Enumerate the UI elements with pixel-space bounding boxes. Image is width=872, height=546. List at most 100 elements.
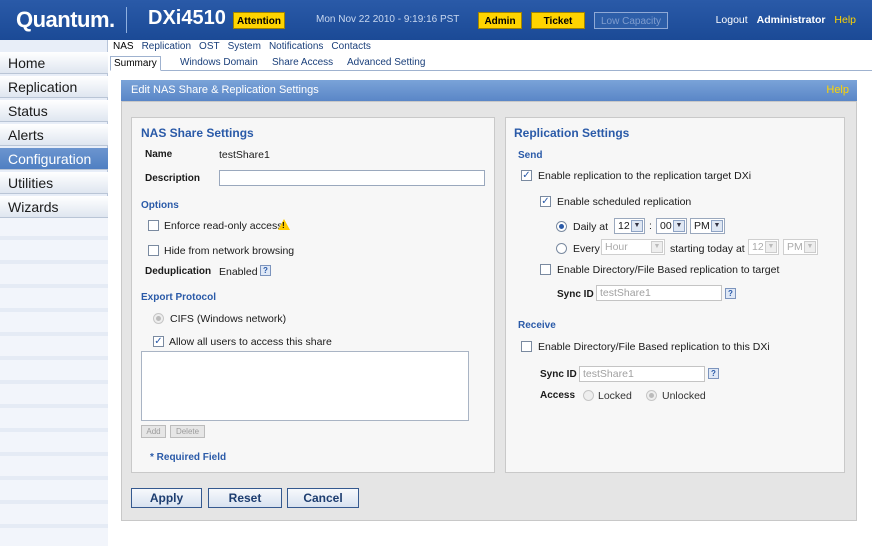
allow-all-users-checkbox[interactable]: ✓ bbox=[153, 336, 164, 347]
admin-badge[interactable]: Admin bbox=[478, 12, 522, 29]
chevron-down-icon: ▼ bbox=[711, 220, 723, 232]
tab-advanced-setting[interactable]: Advanced Setting bbox=[347, 56, 425, 71]
nav-item-replication[interactable]: Replication bbox=[0, 76, 108, 98]
dedup-help-icon[interactable]: ? bbox=[260, 265, 271, 276]
cifs-radio bbox=[153, 313, 164, 324]
dir-file-receive-checkbox[interactable] bbox=[521, 341, 532, 352]
readonly-label: Enforce read-only access bbox=[164, 220, 283, 232]
tab-summary[interactable]: Summary bbox=[110, 56, 161, 71]
name-label: Name bbox=[145, 149, 173, 160]
enable-target-checkbox[interactable]: ✓ bbox=[521, 170, 532, 181]
nav-item-status[interactable]: Status bbox=[0, 100, 108, 122]
logout-link[interactable]: Logout bbox=[716, 14, 748, 26]
starting-ampm-value: PM bbox=[787, 241, 803, 253]
page-title-bar: Edit NAS Share & Replication Settings He… bbox=[121, 80, 857, 101]
tab-nas[interactable]: NAS bbox=[113, 41, 134, 52]
attention-badge[interactable]: Attention bbox=[233, 12, 285, 29]
send-sync-id-input: testShare1 bbox=[596, 285, 722, 301]
low-capacity-badge[interactable]: Low Capacity bbox=[594, 12, 668, 29]
starting-hour-select: 12 ▼ bbox=[748, 239, 779, 255]
scheduled-replication-checkbox[interactable]: ✓ bbox=[540, 196, 551, 207]
tab-windows-domain[interactable]: Windows Domain bbox=[180, 56, 258, 71]
chevron-down-icon: ▼ bbox=[631, 220, 643, 232]
nav-item-home[interactable]: Home bbox=[0, 52, 108, 74]
tab-replication[interactable]: Replication bbox=[142, 41, 191, 52]
tab-share-access[interactable]: Share Access bbox=[272, 56, 333, 71]
description-label: Description bbox=[145, 173, 201, 184]
top-banner: Quantum. DXi4510 Attention Mon Nov 22 20… bbox=[0, 0, 872, 40]
dir-file-target-checkbox[interactable] bbox=[540, 264, 551, 275]
delete-button: Delete bbox=[170, 425, 205, 438]
banner-links: Logout Administrator Help bbox=[710, 14, 856, 26]
tab-contacts[interactable]: Contacts bbox=[331, 41, 370, 52]
nav-item-alerts[interactable]: Alerts bbox=[0, 124, 108, 146]
share-name-value: testShare1 bbox=[219, 149, 270, 161]
description-input[interactable] bbox=[219, 170, 485, 186]
deduplication-label: Deduplication bbox=[145, 266, 212, 277]
ticket-badge[interactable]: Ticket bbox=[531, 12, 585, 29]
required-field-note: * Required Field bbox=[150, 452, 227, 463]
add-button: Add bbox=[141, 425, 166, 438]
warning-icon-mark: ! bbox=[282, 221, 285, 230]
tab-notifications[interactable]: Notifications bbox=[269, 41, 323, 52]
sync-id-help-icon[interactable]: ? bbox=[725, 288, 736, 299]
access-label: Access bbox=[540, 390, 576, 401]
daily-minute-value: 00 bbox=[660, 220, 672, 232]
tab-ost[interactable]: OST bbox=[199, 41, 220, 52]
cancel-button[interactable]: Cancel bbox=[287, 488, 359, 508]
daily-minute-select[interactable]: 00 ▼ bbox=[656, 218, 687, 234]
every-label: Every bbox=[573, 243, 600, 255]
daily-hour-select[interactable]: 12 ▼ bbox=[614, 218, 645, 234]
starting-ampm-select: PM ▼ bbox=[783, 239, 818, 255]
locked-label: Locked bbox=[598, 390, 632, 402]
cifs-label: CIFS (Windows network) bbox=[170, 313, 287, 325]
every-radio[interactable] bbox=[556, 243, 567, 254]
every-interval-select: Hour ▼ bbox=[601, 239, 665, 255]
export-protocol-heading: Export Protocol bbox=[141, 292, 217, 303]
daily-label: Daily at bbox=[573, 221, 609, 233]
allow-all-users-label: Allow all users to access this share bbox=[169, 336, 332, 348]
chevron-down-icon: ▼ bbox=[651, 241, 663, 253]
left-navigation: Home Replication Status Alerts Configura… bbox=[0, 40, 108, 546]
receive-heading: Receive bbox=[518, 320, 556, 331]
nav-filler bbox=[0, 216, 108, 546]
user-access-list[interactable] bbox=[141, 351, 469, 421]
options-heading: Options bbox=[141, 200, 179, 211]
nav-item-wizards[interactable]: Wizards bbox=[0, 196, 108, 218]
reset-button[interactable]: Reset bbox=[208, 488, 282, 508]
receive-sync-id-help-icon[interactable]: ? bbox=[708, 368, 719, 379]
chevron-down-icon: ▼ bbox=[804, 241, 816, 253]
unlocked-radio bbox=[646, 390, 657, 401]
nas-heading: NAS Share Settings bbox=[141, 126, 254, 140]
dir-file-target-label: Enable Directory/File Based replication … bbox=[557, 264, 780, 276]
dir-file-receive-label: Enable Directory/File Based replication … bbox=[538, 341, 770, 353]
locked-radio bbox=[583, 390, 594, 401]
secondary-tabs: Summary Windows Domain Share Access Adva… bbox=[110, 55, 872, 71]
send-sync-id-label: Sync ID bbox=[557, 289, 594, 300]
hide-browsing-label: Hide from network browsing bbox=[164, 245, 295, 257]
hide-browsing-checkbox[interactable] bbox=[148, 245, 159, 256]
system-datetime: Mon Nov 22 2010 - 9:19:16 PST bbox=[316, 14, 460, 25]
chevron-down-icon: ▼ bbox=[765, 241, 777, 253]
banner-help-link[interactable]: Help bbox=[834, 14, 856, 26]
readonly-checkbox[interactable] bbox=[148, 220, 159, 231]
apply-button[interactable]: Apply bbox=[131, 488, 202, 508]
deduplication-value: Enabled bbox=[219, 266, 258, 278]
nav-item-configuration[interactable]: Configuration bbox=[0, 148, 108, 170]
current-user: Administrator bbox=[756, 14, 826, 26]
daily-ampm-value: PM bbox=[694, 220, 710, 232]
chevron-down-icon: ▼ bbox=[673, 220, 685, 232]
daily-hour-value: 12 bbox=[618, 220, 630, 232]
unlocked-label: Unlocked bbox=[662, 390, 706, 402]
starting-today-label: starting today at bbox=[670, 243, 745, 255]
page-help-link[interactable]: Help bbox=[826, 80, 849, 101]
nav-item-utilities[interactable]: Utilities bbox=[0, 172, 108, 194]
receive-sync-id-label: Sync ID bbox=[540, 369, 577, 380]
enable-target-label: Enable replication to the replication ta… bbox=[538, 170, 752, 182]
daily-radio[interactable] bbox=[556, 221, 567, 232]
daily-ampm-select[interactable]: PM ▼ bbox=[690, 218, 725, 234]
tab-system[interactable]: System bbox=[228, 41, 261, 52]
primary-tabs: NAS Replication OST System Notifications Cont… bbox=[113, 41, 379, 54]
receive-sync-id-input: testShare1 bbox=[579, 366, 705, 382]
starting-hour-value: 12 bbox=[752, 241, 764, 253]
